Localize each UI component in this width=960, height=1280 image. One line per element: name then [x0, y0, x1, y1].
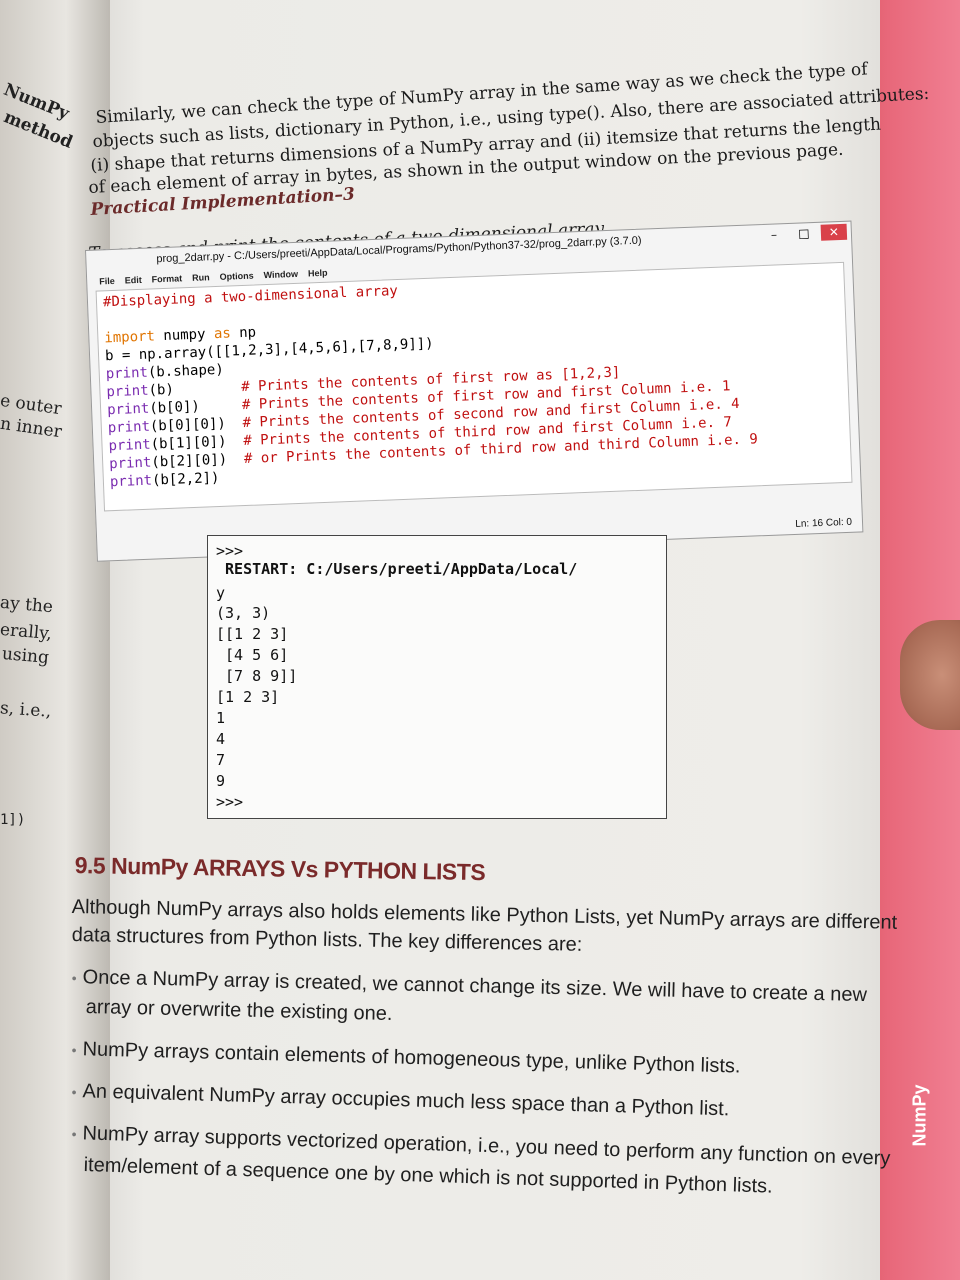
- bullet-icon: •: [71, 1041, 77, 1059]
- shell-line: 7: [216, 751, 226, 769]
- bullet-text: An equivalent NumPy array occupies much …: [82, 1080, 730, 1121]
- section-title: 9.5 NumPy ARRAYS Vs PYTHON LISTS: [74, 852, 486, 886]
- bullet-icon: •: [71, 969, 77, 987]
- menu-run[interactable]: Run: [192, 272, 210, 283]
- bullet-item-continued: array or overwrite the existing one.: [85, 996, 393, 1025]
- shell-line: 1: [216, 709, 226, 727]
- menu-help[interactable]: Help: [308, 268, 328, 279]
- shell-line: 9: [216, 772, 226, 790]
- shell-line: >>>: [216, 793, 244, 811]
- section-intro-line: data structures from Python lists. The k…: [71, 924, 583, 956]
- maximize-button[interactable]: □: [791, 225, 818, 242]
- shell-line: 4: [216, 730, 226, 748]
- bullet-text: NumPy arrays contain elements of homogen…: [82, 1038, 741, 1078]
- code-editor[interactable]: #Displaying a two-dimensional array impo…: [95, 261, 853, 512]
- shell-line: [7 8 9]]: [216, 667, 298, 685]
- shell-line: y: [216, 584, 226, 602]
- side-tab-label: NumPy: [909, 1083, 930, 1147]
- bullet-item: • NumPy arrays contain elements of homoge…: [71, 1038, 740, 1079]
- bullet-item: • An equivalent NumPy array occupies much…: [71, 1080, 729, 1121]
- menu-file[interactable]: File: [99, 276, 115, 287]
- menu-format[interactable]: Format: [152, 273, 183, 284]
- shell-line: [4 5 6]: [216, 646, 289, 664]
- menu-options[interactable]: Options: [219, 271, 253, 282]
- menu-window[interactable]: Window: [263, 269, 298, 280]
- close-button[interactable]: ✕: [820, 223, 848, 241]
- editor-status: Ln: 16 Col: 0: [795, 516, 853, 530]
- minimize-button[interactable]: –: [761, 226, 788, 243]
- side-tab: NumPy: [900, 1060, 940, 1170]
- shell-line: (3, 3): [216, 604, 271, 622]
- shell-line: >>>: [216, 542, 244, 560]
- bullet-icon: •: [71, 1125, 77, 1143]
- window-controls: – □ ✕: [761, 223, 848, 243]
- bullet-icon: •: [71, 1083, 77, 1101]
- idle-editor-window: prog_2darr.py - C:/Users/preeti/AppData/…: [85, 220, 864, 562]
- shell-line: RESTART: C:/Users/preeti/AppData/Local/: [216, 560, 578, 578]
- shell-line: [1 2 3]: [216, 688, 280, 706]
- menu-edit[interactable]: Edit: [125, 275, 142, 286]
- shell-line: [[1 2 3]: [216, 625, 289, 643]
- python-shell-output: >>> RESTART: C:/Users/preeti/AppData/Loc…: [207, 535, 667, 819]
